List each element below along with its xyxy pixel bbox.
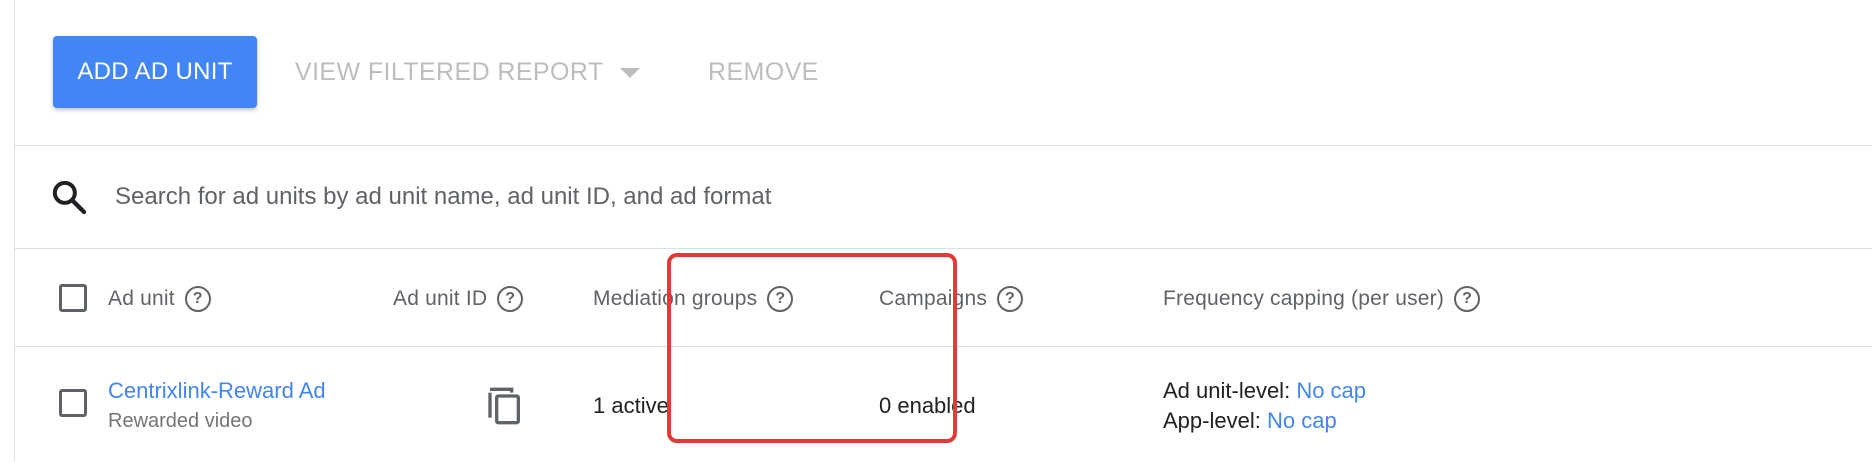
app-level-line: App-level: No cap [1163,406,1366,436]
app-level-no-cap-link[interactable]: No cap [1267,408,1337,433]
add-ad-unit-button[interactable]: ADD AD UNIT [53,36,257,108]
help-icon[interactable]: ? [184,285,211,312]
search-icon[interactable] [49,177,89,217]
column-header-frequency-capping: Frequency capping (per user) ? [1163,250,1481,347]
remove-button[interactable]: REMOVE [708,36,819,108]
ad-unit-level-no-cap-link[interactable]: No cap [1296,378,1366,403]
caret-down-icon [619,68,640,78]
toolbar: ADD AD UNIT VIEW FILTERED REPORT REMOVE [15,0,1872,146]
app-level-label: App-level: [1163,408,1261,433]
column-header-frequency-capping-label: Frequency capping (per user) [1163,286,1445,310]
table-row: Centrixlink-Reward Ad Rewarded video 1 a… [15,348,1872,462]
ad-unit-format: Rewarded video [108,410,253,432]
column-header-mediation-groups-label: Mediation groups [593,286,758,310]
campaigns-cell: 0 enabled [879,393,976,418]
row-checkbox[interactable] [59,389,87,417]
help-icon[interactable]: ? [1454,285,1481,312]
frequency-capping-cell: Ad unit-level: No cap App-level: No cap [1163,376,1366,436]
help-icon[interactable]: ? [767,285,794,312]
select-all-checkbox[interactable] [59,284,87,312]
help-icon[interactable]: ? [997,285,1024,312]
search-input[interactable] [115,175,1315,219]
column-header-campaigns-label: Campaigns [879,286,988,310]
column-header-ad-unit: Ad unit ? [108,250,211,347]
ad-unit-cell: Centrixlink-Reward Ad Rewarded video [108,378,326,433]
column-header-ad-unit-id: Ad unit ID ? [393,250,524,347]
column-header-ad-unit-label: Ad unit [108,286,175,310]
ad-unit-level-line: Ad unit-level: No cap [1163,376,1366,406]
table-header-row: Ad unit ? Ad unit ID ? Mediation groups … [15,250,1872,347]
column-header-campaigns: Campaigns ? [879,250,1024,347]
mediation-groups-cell: 1 active [593,393,669,418]
view-filtered-report-label: VIEW FILTERED REPORT [295,57,604,86]
copy-icon[interactable] [485,384,525,428]
view-filtered-report-button[interactable]: VIEW FILTERED REPORT [295,36,640,108]
ad-units-card: ADD AD UNIT VIEW FILTERED REPORT REMOVE … [14,0,1872,462]
column-header-ad-unit-id-label: Ad unit ID [393,286,488,310]
column-header-mediation-groups: Mediation groups ? [593,250,794,347]
help-icon[interactable]: ? [497,285,524,312]
ad-unit-name-link[interactable]: Centrixlink-Reward Ad [108,378,326,404]
ad-unit-level-label: Ad unit-level: [1163,378,1291,403]
search-bar [15,147,1872,249]
